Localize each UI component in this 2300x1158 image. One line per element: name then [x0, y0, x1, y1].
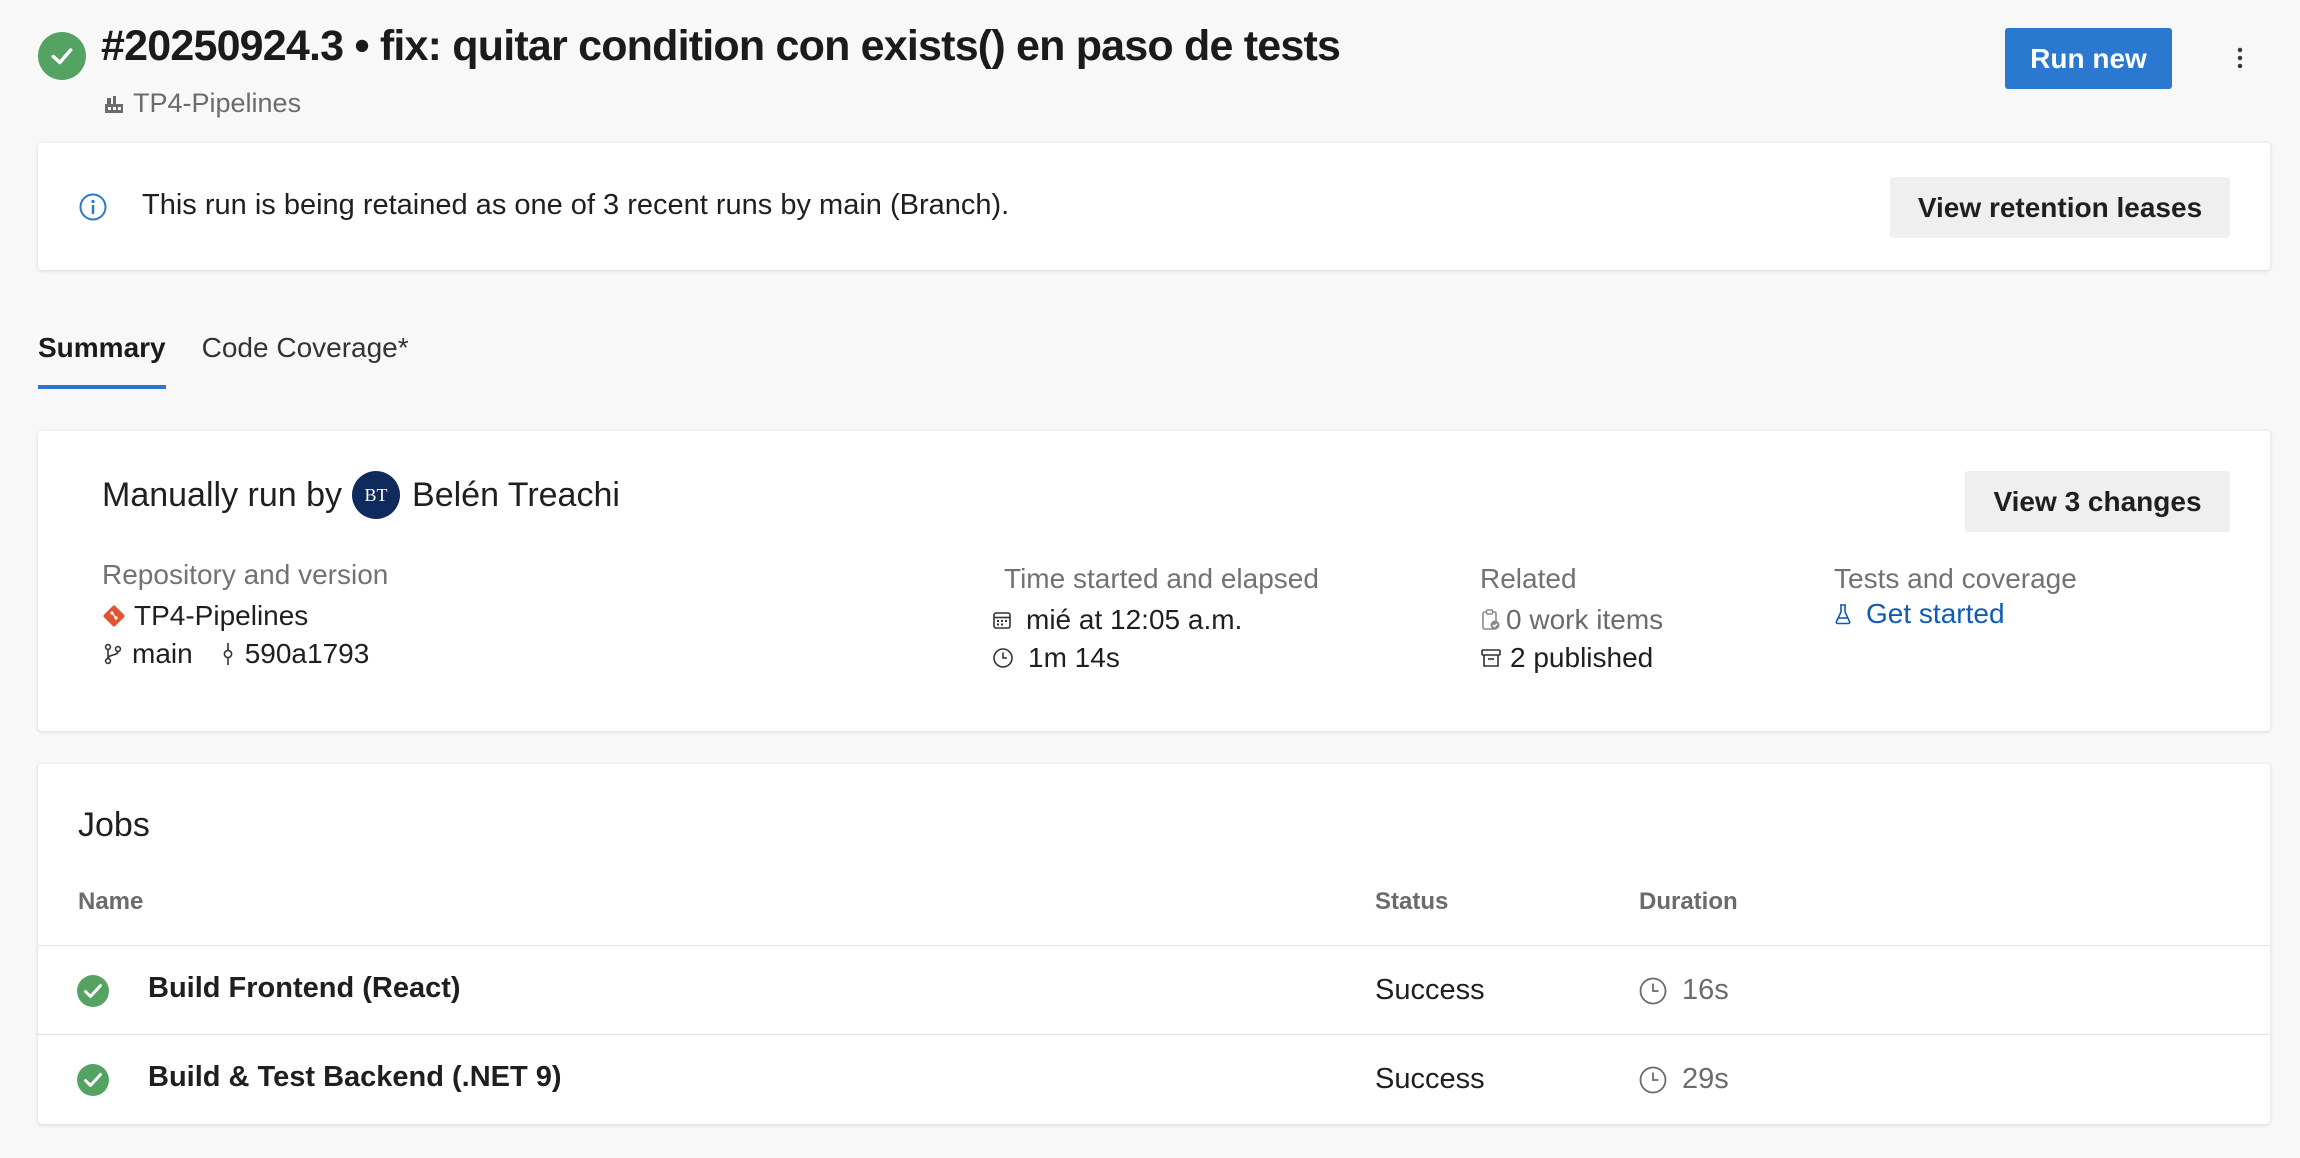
page-title: #20250924.3 • fix: quitar condition con …: [101, 22, 1341, 70]
repository-row[interactable]: TP4-Pipelines: [102, 597, 388, 635]
tab-bar: Summary Code Coverage*: [38, 332, 409, 389]
run-new-button[interactable]: Run new: [2005, 28, 2172, 89]
job-duration: 29s: [1638, 1063, 1729, 1096]
column-header-duration: Duration: [1639, 888, 1738, 915]
job-duration-value: 29s: [1682, 1063, 1729, 1095]
job-status: Success: [1375, 974, 1485, 1006]
run-by-prefix: Manually run by: [102, 475, 343, 514]
repository-section: Repository and version TP4-Pipelines mai…: [102, 559, 388, 673]
branch-icon: [102, 642, 124, 666]
version-row: main 590a1793: [102, 635, 388, 673]
table-row[interactable]: Build Frontend (React) Success 16s: [38, 945, 2270, 1034]
work-item-icon: [1480, 608, 1502, 632]
flask-icon: [1834, 603, 1852, 625]
view-changes-button[interactable]: View 3 changes: [1965, 471, 2230, 532]
pipeline-icon: [105, 95, 123, 113]
job-status: Success: [1375, 1063, 1485, 1095]
retention-message: This run is being retained as one of 3 r…: [142, 189, 1010, 221]
success-status-badge: [38, 32, 86, 80]
work-items-count: 0 work items: [1506, 604, 1664, 635]
commit-hash[interactable]: 590a1793: [245, 638, 370, 670]
clock-icon: [1639, 977, 1667, 1004]
published-row[interactable]: 2 published: [1480, 639, 1663, 677]
jobs-card: Jobs Name Status Duration Build Frontend…: [38, 764, 2270, 1124]
git-repo-icon: [102, 604, 126, 628]
related-label: Related: [1480, 563, 1577, 594]
related-section: Related 0 work items 2 published: [1480, 563, 1663, 677]
run-by-user[interactable]: Belén Treachi: [412, 476, 620, 515]
elapsed-time: 1m 14s: [1028, 642, 1120, 673]
commit-icon: [219, 642, 237, 666]
repository-label: Repository and version: [102, 559, 389, 590]
more-vertical-icon: [2237, 47, 2243, 69]
tab-code-coverage[interactable]: Code Coverage*: [202, 332, 409, 386]
start-time: mié at 12:05 a.m.: [1026, 604, 1243, 635]
branch-name[interactable]: main: [132, 638, 193, 670]
run-by-line: Manually run by BT Belén Treachi: [102, 471, 620, 519]
pipeline-breadcrumb[interactable]: TP4-Pipelines: [103, 88, 301, 119]
check-icon: [51, 48, 73, 65]
table-row[interactable]: Build & Test Backend (.NET 9) Success 29…: [38, 1034, 2270, 1123]
jobs-title: Jobs: [78, 806, 150, 844]
time-label: Time started and elapsed: [1004, 563, 1319, 594]
tests-section: Tests and coverage Get started: [1834, 563, 2077, 633]
retention-banner: This run is being retained as one of 3 r…: [38, 143, 2270, 270]
run-header: #20250924.3 • fix: quitar condition con …: [38, 22, 2262, 118]
tests-get-started-row[interactable]: Get started: [1834, 595, 2077, 633]
column-header-name: Name: [78, 888, 144, 915]
job-name: Build & Test Backend (.NET 9): [148, 1061, 562, 1093]
tests-label: Tests and coverage: [1834, 563, 2077, 594]
job-duration: 16s: [1638, 974, 1729, 1007]
view-retention-leases-button[interactable]: View retention leases: [1890, 177, 2230, 238]
published-artifacts: 2 published: [1510, 642, 1654, 673]
success-check-icon: [77, 1064, 109, 1096]
clock-icon: [992, 647, 1014, 669]
get-started-link[interactable]: Get started: [1866, 598, 2005, 630]
calendar-icon: [992, 610, 1012, 630]
work-items-row[interactable]: 0 work items: [1480, 601, 1663, 639]
success-check-icon: [77, 975, 109, 1007]
tab-summary[interactable]: Summary: [38, 332, 166, 389]
elapsed-row: 1m 14s: [992, 639, 1319, 677]
artifact-icon: [1480, 647, 1502, 669]
clock-icon: [1639, 1066, 1667, 1093]
more-actions-button[interactable]: [2218, 36, 2262, 80]
info-icon: [79, 193, 107, 221]
pipeline-run-page: #20250924.3 • fix: quitar condition con …: [0, 0, 2300, 1158]
avatar: BT: [352, 471, 401, 519]
time-section: Time started and elapsed mié at 12:05 a.…: [992, 563, 1319, 677]
repository-name: TP4-Pipelines: [134, 600, 309, 631]
job-duration-value: 16s: [1682, 974, 1729, 1006]
started-row: mié at 12:05 a.m.: [992, 601, 1319, 639]
column-header-status: Status: [1375, 888, 1449, 915]
pipeline-name: TP4-Pipelines: [133, 88, 302, 118]
job-name: Build Frontend (React): [148, 972, 461, 1004]
summary-card: Manually run by BT Belén Treachi View 3 …: [38, 431, 2270, 731]
